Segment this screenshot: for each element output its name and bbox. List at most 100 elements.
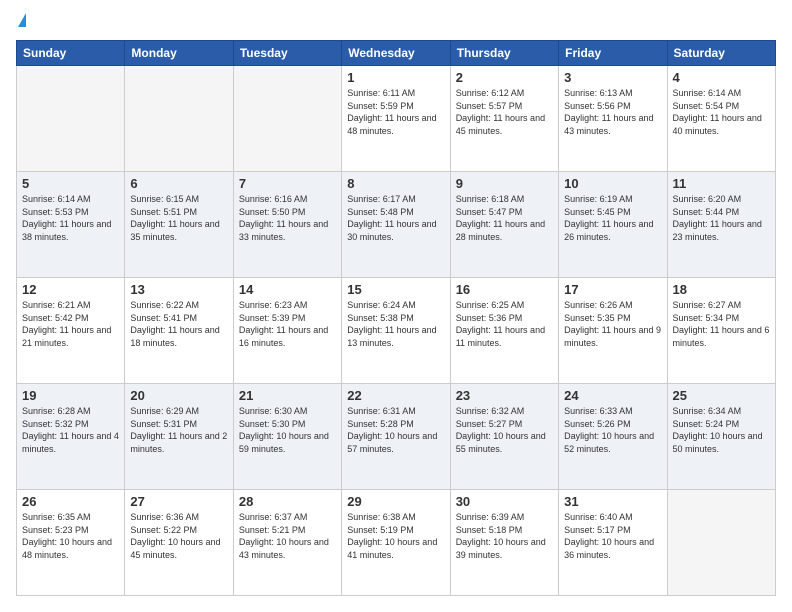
logo-icon: [18, 13, 26, 27]
day-info: Sunrise: 6:32 AM Sunset: 5:27 PM Dayligh…: [456, 405, 553, 455]
calendar-cell: 13Sunrise: 6:22 AM Sunset: 5:41 PM Dayli…: [125, 278, 233, 384]
calendar-cell: 8 Sunrise: 6:17 AM Sunset: 5:48 PM Daylig…: [342, 172, 450, 278]
day-number: 8: [347, 176, 444, 191]
day-info: Sunrise: 6:14 AM Sunset: 5:53 PM Dayligh…: [22, 193, 119, 243]
weekday-header: Thursday: [450, 41, 558, 66]
calendar-cell: 24Sunrise: 6:33 AM Sunset: 5:26 PM Dayli…: [559, 384, 667, 490]
calendar-cell: 16 Sunrise: 6:25 AM Sunset: 5:36 PM Dayli…: [450, 278, 558, 384]
day-info: Sunrise: 6:11 AM Sunset: 5:59 PM Dayligh…: [347, 87, 444, 137]
day-number: 31: [564, 494, 661, 509]
calendar-cell: 20Sunrise: 6:29 AM Sunset: 5:31 PM Dayli…: [125, 384, 233, 490]
day-info: Sunrise: 6:12 AM Sunset: 5:57 PM Dayligh…: [456, 87, 553, 137]
calendar-cell: 4 Sunrise: 6:14 AM Sunset: 5:54 PM Daylig…: [667, 66, 775, 172]
weekday-header-row: SundayMondayTuesdayWednesdayThursdayFrid…: [17, 41, 776, 66]
calendar-cell: 5 Sunrise: 6:14 AM Sunset: 5:53 PM Daylig…: [17, 172, 125, 278]
day-info: Sunrise: 6:27 AM Sunset: 5:34 PM Dayligh…: [673, 299, 770, 349]
calendar-table: SundayMondayTuesdayWednesdayThursdayFrid…: [16, 40, 776, 596]
day-number: 2: [456, 70, 553, 85]
day-info: Sunrise: 6:26 AM Sunset: 5:35 PM Dayligh…: [564, 299, 661, 349]
day-number: 26: [22, 494, 119, 509]
calendar-cell: 12 Sunrise: 6:21 AM Sunset: 5:42 PM Dayli…: [17, 278, 125, 384]
day-info: Sunrise: 6:31 AM Sunset: 5:28 PM Dayligh…: [347, 405, 444, 455]
day-info: Sunrise: 6:28 AM Sunset: 5:32 PM Dayligh…: [22, 405, 119, 455]
day-number: 21: [239, 388, 336, 403]
calendar-cell: 17 Sunrise: 6:26 AM Sunset: 5:35 PM Dayli…: [559, 278, 667, 384]
calendar-cell: 14 Sunrise: 6:23 AM Sunset: 5:39 PM Dayli…: [233, 278, 341, 384]
calendar-cell: 25Sunrise: 6:34 AM Sunset: 5:24 PM Dayli…: [667, 384, 775, 490]
day-number: 22: [347, 388, 444, 403]
calendar-cell: 15Sunrise: 6:24 AM Sunset: 5:38 PM Dayli…: [342, 278, 450, 384]
day-info: Sunrise: 6:22 AM Sunset: 5:41 PM Dayligh…: [130, 299, 227, 349]
calendar-cell: 28Sunrise: 6:37 AM Sunset: 5:21 PM Dayli…: [233, 490, 341, 596]
day-number: 10: [564, 176, 661, 191]
weekday-header: Monday: [125, 41, 233, 66]
day-number: 14: [239, 282, 336, 297]
weekday-header: Tuesday: [233, 41, 341, 66]
day-info: Sunrise: 6:30 AM Sunset: 5:30 PM Dayligh…: [239, 405, 336, 455]
weekday-header: Friday: [559, 41, 667, 66]
calendar-cell: 18 Sunrise: 6:27 AM Sunset: 5:34 PM Dayli…: [667, 278, 775, 384]
calendar-cell: 31 Sunrise: 6:40 AM Sunset: 5:17 PM Dayli…: [559, 490, 667, 596]
day-number: 15: [347, 282, 444, 297]
calendar-cell: 3Sunrise: 6:13 AM Sunset: 5:56 PM Daylig…: [559, 66, 667, 172]
calendar-week-row: 26 Sunrise: 6:35 AM Sunset: 5:23 PM Dayli…: [17, 490, 776, 596]
day-info: Sunrise: 6:38 AM Sunset: 5:19 PM Dayligh…: [347, 511, 444, 561]
day-number: 18: [673, 282, 770, 297]
calendar-cell: [667, 490, 775, 596]
day-info: Sunrise: 6:15 AM Sunset: 5:51 PM Dayligh…: [130, 193, 227, 243]
calendar-cell: 21 Sunrise: 6:30 AM Sunset: 5:30 PM Dayli…: [233, 384, 341, 490]
day-info: Sunrise: 6:17 AM Sunset: 5:48 PM Dayligh…: [347, 193, 444, 243]
day-info: Sunrise: 6:21 AM Sunset: 5:42 PM Dayligh…: [22, 299, 119, 349]
day-number: 24: [564, 388, 661, 403]
day-number: 19: [22, 388, 119, 403]
calendar-cell: 27 Sunrise: 6:36 AM Sunset: 5:22 PM Dayli…: [125, 490, 233, 596]
calendar-cell: 29 Sunrise: 6:38 AM Sunset: 5:19 PM Dayli…: [342, 490, 450, 596]
day-info: Sunrise: 6:37 AM Sunset: 5:21 PM Dayligh…: [239, 511, 336, 561]
day-info: Sunrise: 6:20 AM Sunset: 5:44 PM Dayligh…: [673, 193, 770, 243]
day-info: Sunrise: 6:35 AM Sunset: 5:23 PM Dayligh…: [22, 511, 119, 561]
day-number: 1: [347, 70, 444, 85]
calendar-cell: 2 Sunrise: 6:12 AM Sunset: 5:57 PM Daylig…: [450, 66, 558, 172]
calendar-cell: 26 Sunrise: 6:35 AM Sunset: 5:23 PM Dayli…: [17, 490, 125, 596]
calendar-cell: 22 Sunrise: 6:31 AM Sunset: 5:28 PM Dayli…: [342, 384, 450, 490]
calendar-cell: 30 Sunrise: 6:39 AM Sunset: 5:18 PM Dayli…: [450, 490, 558, 596]
calendar-week-row: 1 Sunrise: 6:11 AM Sunset: 5:59 PM Daylig…: [17, 66, 776, 172]
day-number: 27: [130, 494, 227, 509]
calendar-cell: 10 Sunrise: 6:19 AM Sunset: 5:45 PM Dayli…: [559, 172, 667, 278]
calendar-week-row: 19 Sunrise: 6:28 AM Sunset: 5:32 PM Dayli…: [17, 384, 776, 490]
day-number: 25: [673, 388, 770, 403]
day-number: 9: [456, 176, 553, 191]
calendar-cell: 9Sunrise: 6:18 AM Sunset: 5:47 PM Daylig…: [450, 172, 558, 278]
calendar-week-row: 5 Sunrise: 6:14 AM Sunset: 5:53 PM Daylig…: [17, 172, 776, 278]
header: [16, 16, 776, 30]
weekday-header: Sunday: [17, 41, 125, 66]
day-info: Sunrise: 6:23 AM Sunset: 5:39 PM Dayligh…: [239, 299, 336, 349]
day-number: 3: [564, 70, 661, 85]
day-info: Sunrise: 6:39 AM Sunset: 5:18 PM Dayligh…: [456, 511, 553, 561]
day-info: Sunrise: 6:25 AM Sunset: 5:36 PM Dayligh…: [456, 299, 553, 349]
calendar-cell: [125, 66, 233, 172]
day-info: Sunrise: 6:36 AM Sunset: 5:22 PM Dayligh…: [130, 511, 227, 561]
weekday-header: Wednesday: [342, 41, 450, 66]
calendar-cell: 6Sunrise: 6:15 AM Sunset: 5:51 PM Daylig…: [125, 172, 233, 278]
calendar-cell: [233, 66, 341, 172]
day-number: 12: [22, 282, 119, 297]
day-number: 17: [564, 282, 661, 297]
day-number: 5: [22, 176, 119, 191]
day-info: Sunrise: 6:40 AM Sunset: 5:17 PM Dayligh…: [564, 511, 661, 561]
day-number: 7: [239, 176, 336, 191]
day-number: 29: [347, 494, 444, 509]
calendar-cell: 1 Sunrise: 6:11 AM Sunset: 5:59 PM Daylig…: [342, 66, 450, 172]
day-info: Sunrise: 6:19 AM Sunset: 5:45 PM Dayligh…: [564, 193, 661, 243]
calendar-cell: [17, 66, 125, 172]
day-number: 30: [456, 494, 553, 509]
calendar-cell: 23 Sunrise: 6:32 AM Sunset: 5:27 PM Dayli…: [450, 384, 558, 490]
calendar-cell: 11Sunrise: 6:20 AM Sunset: 5:44 PM Dayli…: [667, 172, 775, 278]
logo: [16, 16, 26, 30]
day-info: Sunrise: 6:14 AM Sunset: 5:54 PM Dayligh…: [673, 87, 770, 137]
day-number: 4: [673, 70, 770, 85]
calendar-cell: 19 Sunrise: 6:28 AM Sunset: 5:32 PM Dayli…: [17, 384, 125, 490]
page: SundayMondayTuesdayWednesdayThursdayFrid…: [0, 0, 792, 612]
day-number: 23: [456, 388, 553, 403]
day-number: 16: [456, 282, 553, 297]
